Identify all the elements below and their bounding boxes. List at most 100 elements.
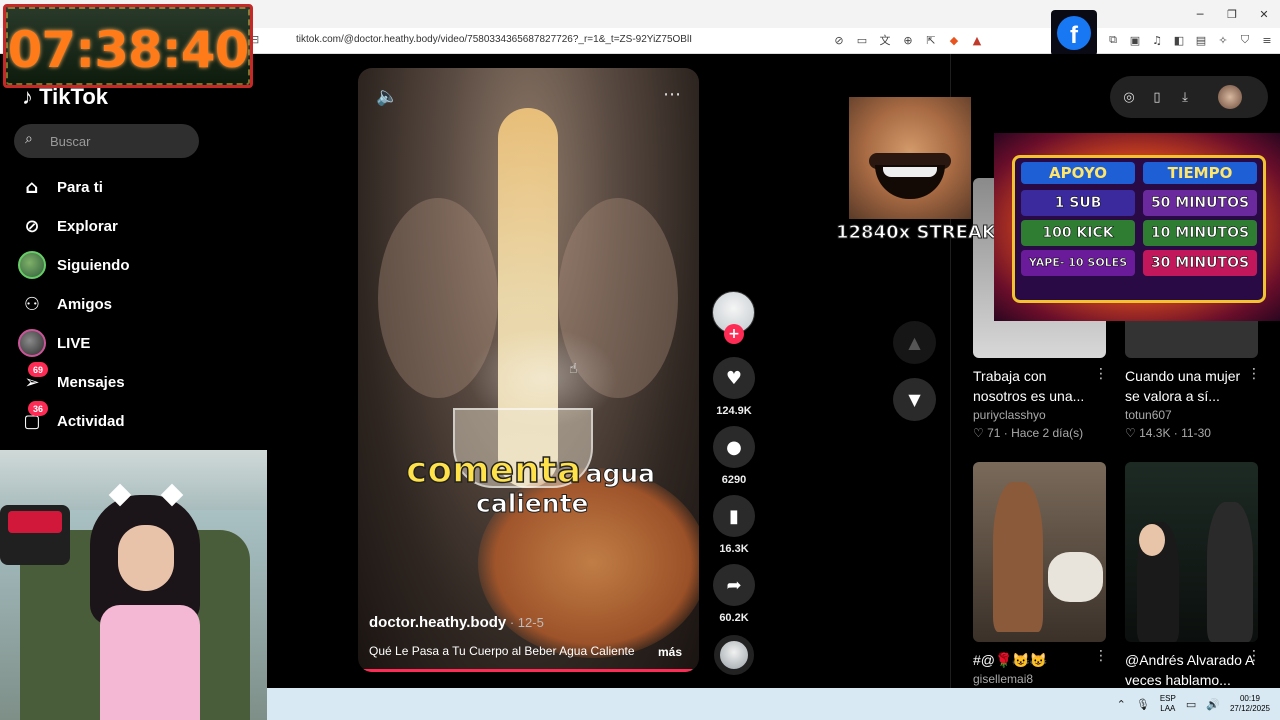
video-thumbnail[interactable]	[973, 462, 1106, 642]
card-user[interactable]: totun607	[1125, 408, 1172, 422]
webcam-feed	[0, 450, 267, 720]
more-options-icon[interactable]: ⋯	[663, 84, 681, 105]
next-video-button[interactable]: ▼	[893, 378, 936, 421]
sidebar-item-label: Amigos	[57, 295, 113, 313]
brave-shield-icon[interactable]: ◆	[947, 32, 961, 48]
device-icon[interactable]: ▯	[1150, 90, 1164, 105]
following-avatar-icon	[18, 251, 46, 279]
clock[interactable]: 00:19 27/12/2025	[1230, 694, 1270, 714]
inbox-icon: ▢ 36	[18, 401, 48, 435]
friends-icon: ⚇	[23, 293, 41, 315]
card-title[interactable]: Cuando una mujer se valora a sí...	[1125, 366, 1250, 406]
sidebar-item-amigos[interactable]: ⚇ Amigos	[18, 289, 112, 319]
menu-icon[interactable]: ≡	[1260, 32, 1274, 48]
sidebar-item-label: Para ti	[57, 178, 103, 196]
no-cast-icon[interactable]: ⊘	[832, 32, 846, 48]
wallet-icon[interactable]: ▤	[1194, 32, 1208, 48]
download-icon[interactable]: ⤓	[1178, 90, 1192, 105]
tiktok-sidebar: ♪ TikTok ⌕ ⌂ Para ti ⊘ Explorar Siguiend…	[0, 54, 267, 450]
banner-header: TIEMPO	[1143, 162, 1257, 184]
meme-image	[849, 97, 971, 219]
sidebar-item-label: Explorar	[57, 217, 118, 235]
comment-icon[interactable]: ●	[713, 426, 755, 468]
card-title[interactable]: #@🌹😺😺	[973, 650, 1098, 670]
volume-icon[interactable]: 🔈	[376, 86, 398, 107]
profile-avatar[interactable]	[1218, 85, 1242, 109]
more-link[interactable]: más	[658, 645, 682, 659]
share-action: ➦ 60.2K	[712, 564, 756, 624]
save-action: ▮ 16.3K	[712, 495, 756, 555]
minimize-icon[interactable]: ─	[1184, 0, 1216, 28]
sidebar-item-live[interactable]: LIVE	[18, 328, 90, 358]
url-text[interactable]: tiktok.com/@doctor.heathy.body/video/758…	[296, 34, 692, 45]
sidebar-item-mensajes[interactable]: ➢ 69 Mensajes	[18, 362, 125, 397]
more-vertical-icon[interactable]: ⋮	[1247, 648, 1261, 664]
card-title[interactable]: Trabaja con nosotros es una...	[973, 366, 1098, 406]
zoom-icon[interactable]: ⊕	[901, 32, 915, 48]
volume-tray-icon[interactable]: 🔊	[1206, 698, 1220, 711]
banner-cell: 10 MINUTOS	[1143, 220, 1257, 246]
like-count: 124.9K	[716, 405, 752, 417]
card-user[interactable]: puriyclasshyo	[973, 408, 1046, 422]
coins-icon[interactable]: ◎	[1122, 90, 1136, 105]
card-title[interactable]: @Andrés Alvarado A veces hablamo...	[1125, 650, 1255, 690]
translate-icon[interactable]: 文	[878, 32, 892, 48]
video-progress[interactable]	[358, 669, 699, 672]
comment-count: 6290	[721, 474, 747, 486]
banner-cell: 1 SUB	[1021, 190, 1135, 216]
save-count: 16.3K	[719, 543, 749, 555]
chevron-up-icon[interactable]: ⌃	[1117, 698, 1126, 711]
system-tray: ⌃ 🎙 ESP LAA ▭ 🔊 00:19 27/12/2025	[1117, 688, 1280, 720]
follow-plus-icon[interactable]: +	[724, 324, 744, 344]
windows-taskbar: ⌃ 🎙 ESP LAA ▭ 🔊 00:19 27/12/2025	[267, 688, 1280, 720]
previous-video-button[interactable]: ▲	[893, 321, 936, 364]
video-thumbnail[interactable]	[1125, 462, 1258, 642]
sidebar-item-explorar[interactable]: ⊘ Explorar	[18, 211, 118, 241]
more-vertical-icon[interactable]: ⋮	[1247, 366, 1261, 382]
share-count: 60.2K	[719, 612, 749, 624]
url-tools: ⊘ ▭ 文 ⊕ ⇱ ◆ ▲	[832, 32, 984, 48]
comment-action: ● 6290	[712, 426, 756, 486]
share-arrow-icon[interactable]: ➦	[713, 564, 755, 606]
donation-banner: APOYO TIEMPO 1 SUB 50 MINUTOS 100 KICK 1…	[994, 133, 1280, 321]
screen: ─ ❐ ✕ ⊟ tiktok.com/@doctor.heathy.body/v…	[0, 0, 1280, 720]
extensions-icon[interactable]: ⧉	[1106, 32, 1120, 48]
language-indicator[interactable]: ESP LAA	[1160, 694, 1176, 714]
top-actions-pill: ◎ ▯ ⤓	[1110, 76, 1268, 118]
share-icon[interactable]: ⇱	[924, 32, 938, 48]
messages-badge: 69	[28, 362, 48, 377]
close-icon[interactable]: ✕	[1248, 0, 1280, 28]
music-icon[interactable]: ♫	[1150, 32, 1164, 48]
card-user[interactable]: gisellemai8	[973, 672, 1033, 686]
sidebar-item-actividad[interactable]: ▢ 36 Actividad	[18, 401, 125, 436]
bookmark-icon[interactable]: ▮	[713, 495, 755, 537]
mouse-cursor-icon: ☝	[569, 361, 578, 377]
search-input[interactable]	[50, 132, 190, 150]
microphone-icon[interactable]: 🎙	[1136, 698, 1150, 711]
streamer-image	[90, 483, 200, 720]
like-action: ♥ 124.9K	[712, 357, 756, 417]
network-icon[interactable]: ▭	[1186, 698, 1196, 711]
sidebar-item-para-ti[interactable]: ⌂ Para ti	[18, 172, 103, 202]
search-icon[interactable]: ⌕	[25, 131, 43, 149]
heart-icon[interactable]: ♥	[713, 357, 755, 399]
banner-cell: 50 MINUTOS	[1143, 190, 1257, 216]
video-player[interactable]: 🔈 ⋯ comenta agua caliente doctor.heathy.…	[358, 68, 699, 672]
ai-icon[interactable]: ✧	[1216, 32, 1230, 48]
microphone-image	[0, 505, 70, 565]
music-disc-icon[interactable]	[714, 635, 754, 675]
display-icon[interactable]: ▭	[855, 32, 869, 48]
tab-icon[interactable]: ▣	[1128, 32, 1142, 48]
more-vertical-icon[interactable]: ⋮	[1094, 648, 1108, 664]
sidebar-icon[interactable]: ◧	[1172, 32, 1186, 48]
restore-icon[interactable]: ❐	[1216, 0, 1248, 28]
live-avatar-icon	[18, 329, 46, 357]
stream-timer: 07:38:40	[3, 4, 253, 88]
banner-header: APOYO	[1021, 162, 1135, 184]
vpn-icon[interactable]: ⛉	[1238, 32, 1252, 48]
sidebar-item-siguiendo[interactable]: Siguiendo	[18, 250, 130, 280]
more-vertical-icon[interactable]: ⋮	[1094, 366, 1108, 382]
alert-icon[interactable]: ▲	[970, 32, 984, 48]
compass-icon: ⊘	[24, 215, 40, 237]
video-author[interactable]: doctor.heathy.body · 12-5	[369, 614, 544, 631]
